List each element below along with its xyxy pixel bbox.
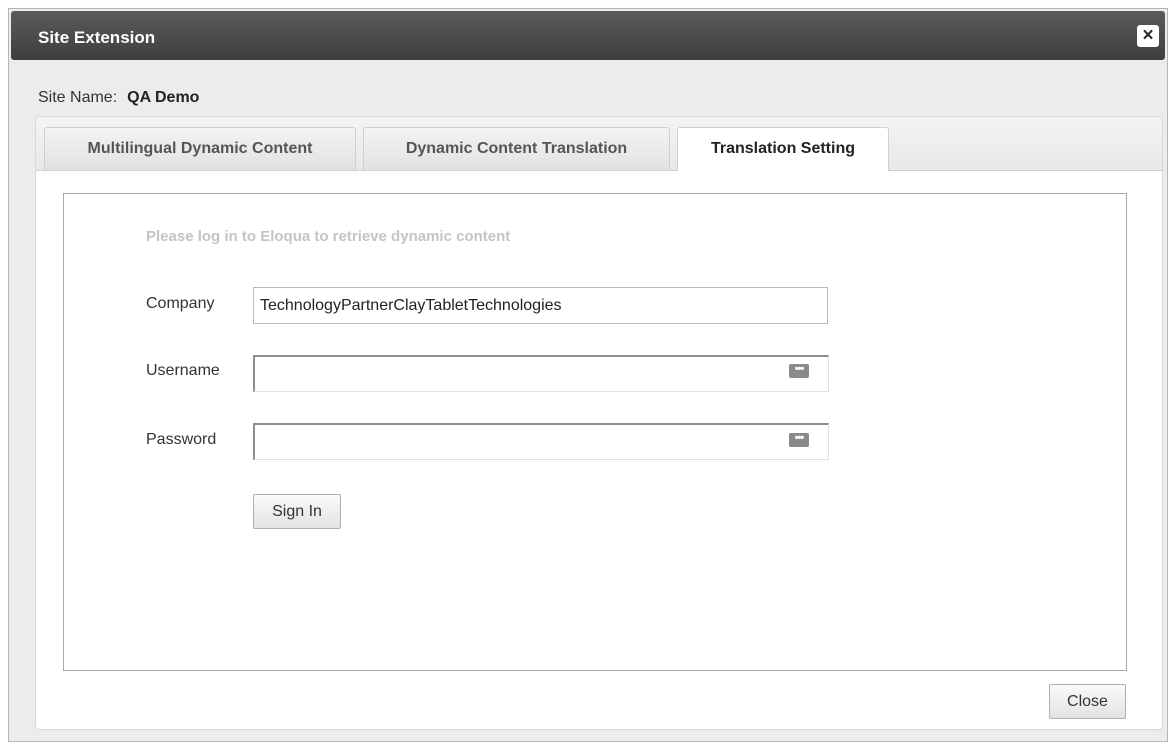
username-field[interactable] — [253, 355, 829, 392]
site-name-row: Site Name: QA Demo — [38, 89, 199, 107]
tab-panel: Multilingual Dynamic Content Dynamic Con… — [35, 116, 1163, 730]
tab-dynamic-content-translation[interactable]: Dynamic Content Translation — [363, 127, 670, 170]
username-label: Username — [146, 362, 220, 379]
password-field[interactable] — [253, 423, 829, 460]
password-manager-icon[interactable]: ••• — [789, 433, 809, 447]
site-extension-dialog: Site Extension × Site Name: QA Demo Multi… — [8, 8, 1168, 742]
password-manager-icon[interactable]: ••• — [789, 364, 809, 378]
close-button[interactable]: Close — [1049, 684, 1126, 719]
site-name-value: QA Demo — [127, 89, 200, 106]
close-icon[interactable]: × — [1137, 25, 1159, 47]
company-label: Company — [146, 295, 215, 312]
tab-multilingual-dynamic-content[interactable]: Multilingual Dynamic Content — [44, 127, 356, 170]
site-name-label: Site Name: — [38, 89, 118, 106]
sign-in-button[interactable]: Sign In — [253, 494, 341, 529]
login-hint: Please log in to Eloqua to retrieve dyna… — [146, 228, 511, 245]
login-form-box: Please log in to Eloqua to retrieve dyna… — [63, 193, 1127, 671]
password-label: Password — [146, 431, 217, 448]
title-bar: Site Extension × — [11, 11, 1165, 60]
company-field[interactable] — [253, 287, 828, 324]
tab-translation-setting[interactable]: Translation Setting — [677, 127, 889, 171]
dialog-title: Site Extension — [38, 28, 156, 47]
tab-strip: Multilingual Dynamic Content Dynamic Con… — [36, 117, 1162, 171]
